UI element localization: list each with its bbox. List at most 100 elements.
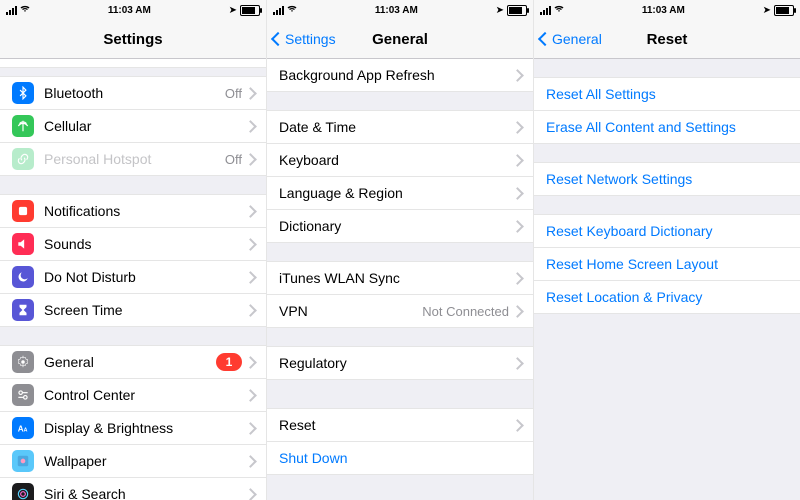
signal-icon bbox=[6, 6, 17, 15]
chevron-right-icon bbox=[248, 356, 256, 368]
chevron-right-icon bbox=[248, 422, 256, 434]
chevron-right-icon bbox=[248, 271, 256, 283]
battery-icon bbox=[507, 5, 527, 16]
row-value: Off bbox=[225, 152, 242, 167]
location-icon: ➤ bbox=[229, 5, 237, 16]
chevron-right-icon bbox=[248, 389, 256, 401]
row-label: General bbox=[44, 354, 216, 370]
row-wallpaper[interactable]: Wallpaper bbox=[0, 445, 266, 478]
row-reset[interactable]: Reset bbox=[267, 408, 533, 442]
general-list: Background App Refresh Date & Time Keybo… bbox=[267, 59, 533, 500]
wifi-icon bbox=[554, 5, 564, 16]
nav-bar: Settings General bbox=[267, 20, 533, 59]
row-label: Control Center bbox=[44, 387, 248, 403]
row-label: Reset Location & Privacy bbox=[546, 289, 702, 305]
row-date-time[interactable]: Date & Time bbox=[267, 110, 533, 144]
svg-text:A: A bbox=[24, 428, 28, 434]
back-button[interactable]: Settings bbox=[273, 20, 336, 58]
signal-icon bbox=[273, 6, 284, 15]
link-icon bbox=[12, 148, 34, 170]
chevron-right-icon bbox=[515, 419, 523, 431]
row-reset-all-settings[interactable]: Reset All Settings bbox=[534, 77, 800, 111]
row-reset-location-privacy[interactable]: Reset Location & Privacy bbox=[534, 281, 800, 314]
row-vpn[interactable]: VPN Not Connected bbox=[267, 295, 533, 328]
status-time: 11:03 AM bbox=[375, 5, 418, 16]
row-label: iTunes WLAN Sync bbox=[279, 270, 515, 286]
nav-title: Reset bbox=[647, 31, 688, 48]
row-general[interactable]: General 1 bbox=[0, 345, 266, 379]
chevron-right-icon bbox=[515, 357, 523, 369]
row-reset-network-settings[interactable]: Reset Network Settings bbox=[534, 162, 800, 196]
notification-badge: 1 bbox=[216, 353, 242, 371]
row-itunes-wlan-sync[interactable]: iTunes WLAN Sync bbox=[267, 261, 533, 295]
signal-icon bbox=[540, 6, 551, 15]
row-label: Wallpaper bbox=[44, 453, 248, 469]
chevron-left-icon bbox=[540, 31, 550, 47]
chevron-right-icon bbox=[248, 87, 256, 99]
row-keyboard[interactable]: Keyboard bbox=[267, 144, 533, 177]
row-erase-all-content[interactable]: Erase All Content and Settings bbox=[534, 111, 800, 144]
back-button[interactable]: General bbox=[540, 20, 602, 58]
row-shut-down[interactable]: Shut Down bbox=[267, 442, 533, 475]
chevron-right-icon bbox=[248, 120, 256, 132]
row-label: Regulatory bbox=[279, 355, 515, 371]
chevron-right-icon bbox=[515, 121, 523, 133]
row-value: Not Connected bbox=[422, 304, 509, 319]
chevron-right-icon bbox=[515, 187, 523, 199]
row-reset-keyboard-dictionary[interactable]: Reset Keyboard Dictionary bbox=[534, 214, 800, 248]
chevron-right-icon bbox=[248, 153, 256, 165]
antenna-icon bbox=[12, 115, 34, 137]
back-label: General bbox=[552, 31, 602, 47]
row-do-not-disturb[interactable]: Do Not Disturb bbox=[0, 261, 266, 294]
chevron-right-icon bbox=[515, 305, 523, 317]
status-bar: 11:03 AM ➤ bbox=[0, 0, 266, 20]
row-label: Keyboard bbox=[279, 152, 515, 168]
row-label: VPN bbox=[279, 303, 422, 319]
speaker-icon bbox=[12, 233, 34, 255]
hourglass-icon bbox=[12, 299, 34, 321]
chevron-right-icon bbox=[515, 69, 523, 81]
row-bluetooth[interactable]: Bluetooth Off bbox=[0, 76, 266, 110]
row-label: Reset Network Settings bbox=[546, 171, 692, 187]
row-label: Siri & Search bbox=[44, 486, 248, 500]
row-language-region[interactable]: Language & Region bbox=[267, 177, 533, 210]
reset-list: Reset All Settings Erase All Content and… bbox=[534, 59, 800, 500]
row-label: Dictionary bbox=[279, 218, 515, 234]
screen-general: 11:03 AM ➤ Settings General Background A… bbox=[267, 0, 534, 500]
row-cellular[interactable]: Cellular bbox=[0, 110, 266, 143]
switches-icon bbox=[12, 384, 34, 406]
wallpaper-icon bbox=[12, 450, 34, 472]
chevron-right-icon bbox=[248, 205, 256, 217]
row-label: Display & Brightness bbox=[44, 420, 248, 436]
location-icon: ➤ bbox=[763, 5, 771, 16]
row-label: Notifications bbox=[44, 203, 248, 219]
row-screen-time[interactable]: Screen Time bbox=[0, 294, 266, 327]
row-display-brightness[interactable]: AA Display & Brightness bbox=[0, 412, 266, 445]
chevron-right-icon bbox=[248, 488, 256, 500]
row-label: Personal Hotspot bbox=[44, 151, 225, 167]
bluetooth-icon bbox=[12, 82, 34, 104]
row-personal-hotspot[interactable]: Personal Hotspot Off bbox=[0, 143, 266, 176]
notifications-icon bbox=[12, 200, 34, 222]
row-sounds[interactable]: Sounds bbox=[0, 228, 266, 261]
row-label: Background App Refresh bbox=[279, 67, 515, 83]
row-reset-home-screen-layout[interactable]: Reset Home Screen Layout bbox=[534, 248, 800, 281]
status-time: 11:03 AM bbox=[642, 5, 685, 16]
wifi-icon bbox=[20, 5, 30, 16]
row-siri-search[interactable]: Siri & Search bbox=[0, 478, 266, 500]
back-label: Settings bbox=[285, 31, 336, 47]
status-bar: 11:03 AM ➤ bbox=[534, 0, 800, 20]
chevron-right-icon bbox=[248, 455, 256, 467]
chevron-right-icon bbox=[515, 154, 523, 166]
row-label: Shut Down bbox=[279, 450, 523, 466]
row-notifications[interactable]: Notifications bbox=[0, 194, 266, 228]
row-background-app-refresh[interactable]: Background App Refresh bbox=[267, 59, 533, 92]
row-control-center[interactable]: Control Center bbox=[0, 379, 266, 412]
screen-settings: 11:03 AM ➤ Settings Bluetooth Off Cellul… bbox=[0, 0, 267, 500]
row-label: Reset bbox=[279, 417, 515, 433]
row-label: Screen Time bbox=[44, 302, 248, 318]
row-dictionary[interactable]: Dictionary bbox=[267, 210, 533, 243]
chevron-right-icon bbox=[248, 304, 256, 316]
row-label: Reset Keyboard Dictionary bbox=[546, 223, 713, 239]
row-regulatory[interactable]: Regulatory bbox=[267, 346, 533, 380]
